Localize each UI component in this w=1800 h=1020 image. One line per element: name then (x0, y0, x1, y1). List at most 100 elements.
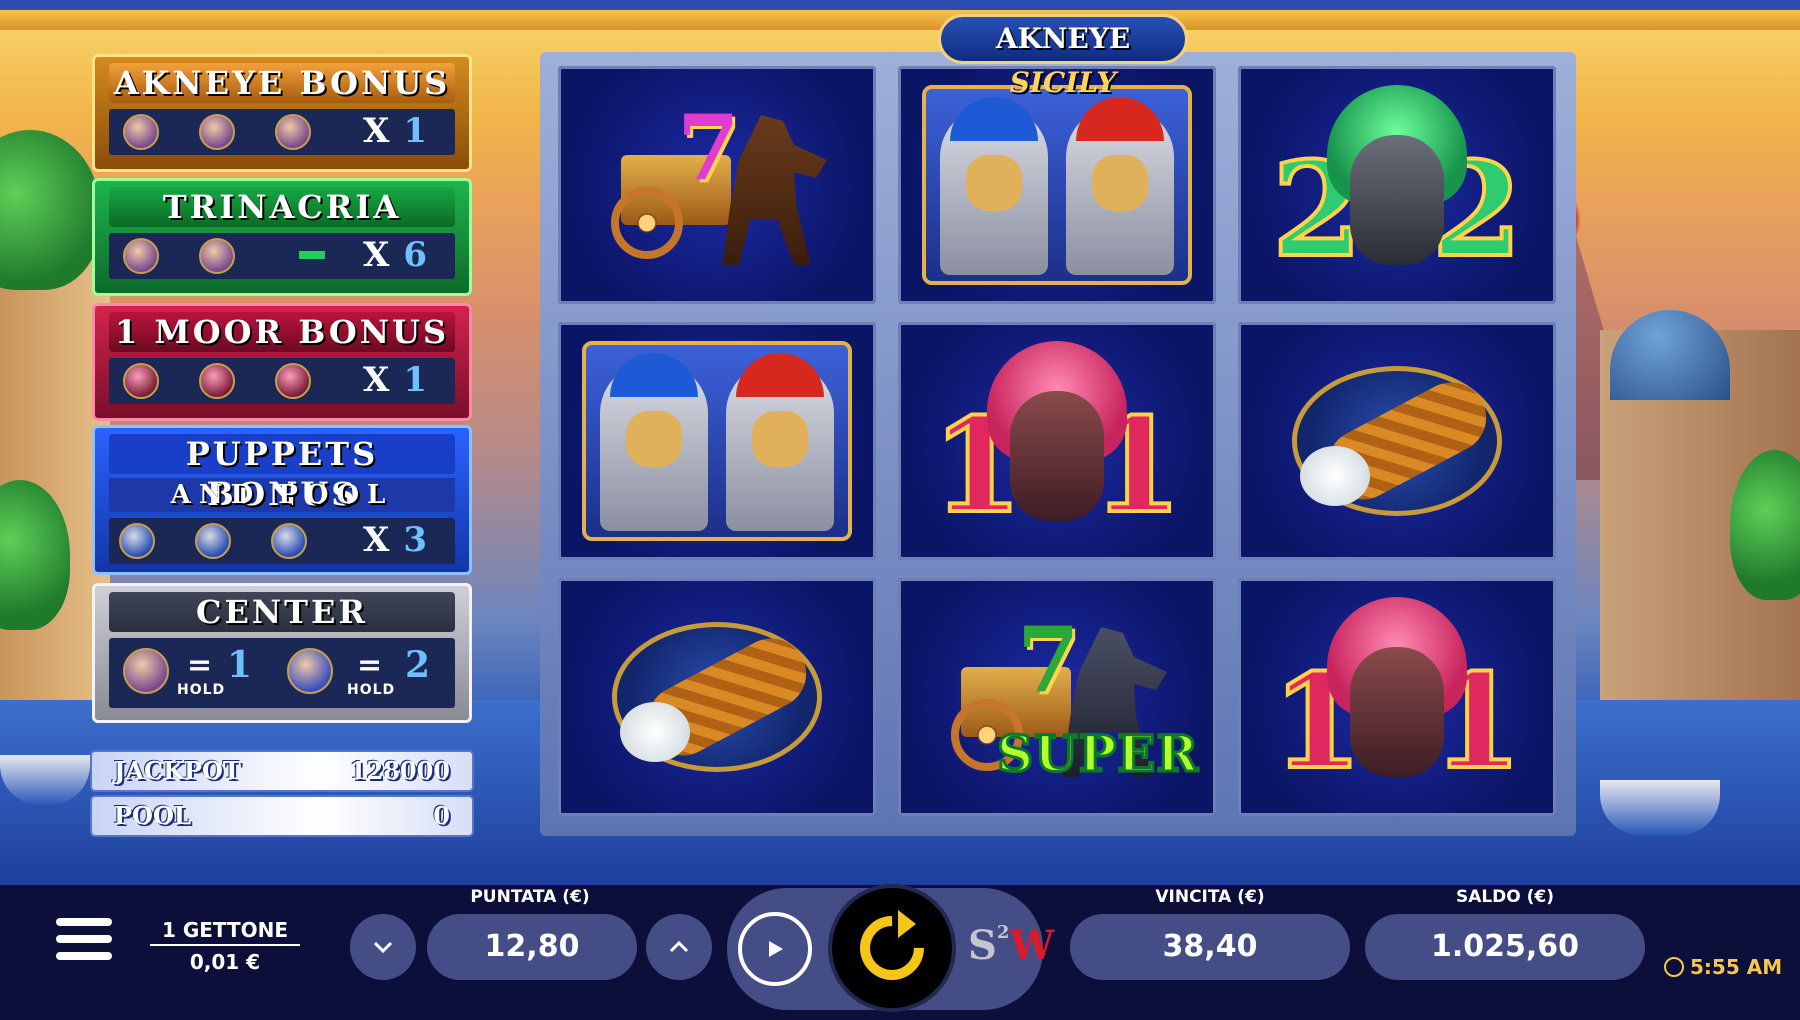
s2w-feature-button[interactable]: S2W (968, 922, 1054, 969)
coin-value-selector[interactable]: 1 GETTONE 0,01 € (150, 918, 300, 974)
jackpot-label: JACKPOT (114, 756, 241, 785)
autoplay-icon (769, 941, 783, 957)
multiplier-value: 6 (403, 235, 441, 275)
multiplier-value: 1 (403, 360, 441, 400)
win-value-display: 38,40 (1070, 914, 1350, 980)
multiplier-value: 1 (403, 111, 441, 151)
pink-moor-1-icon: 1 1 (1270, 597, 1524, 797)
knight-face (752, 411, 808, 467)
multiplier-x: X (362, 520, 404, 560)
scene-frame-top (0, 10, 1800, 30)
balance-value-display: 1.025,60 (1365, 914, 1645, 980)
clock-display: 5:55 AM (1664, 955, 1794, 985)
spin-button[interactable] (832, 888, 952, 1008)
cart-7-icon: 7 (597, 95, 837, 275)
bet-decrease-button[interactable] (350, 914, 416, 980)
empty-slot-dash-icon (299, 251, 325, 259)
clock-time: 5:55 AM (1690, 955, 1783, 979)
reel-cell (558, 322, 876, 560)
pink-moor-mini-icon (199, 363, 235, 399)
s2w-w: W (1009, 922, 1055, 969)
coin-value: 0,01 € (189, 950, 261, 974)
cannolo-cream (620, 702, 690, 762)
reel-cell: 7 (558, 66, 876, 304)
equals-sign: = (187, 648, 213, 683)
reel-cell (558, 578, 876, 816)
game-logo: AKNEYE SICILY (938, 14, 1188, 99)
moor-face (1350, 647, 1444, 777)
palm-tree-left (0, 130, 100, 290)
moor-face (1010, 391, 1104, 521)
bet-increase-button[interactable] (646, 914, 712, 980)
menu-hamburger-icon[interactable] (56, 918, 112, 968)
center-trinacria-title: CENTER TRINACRIA (109, 592, 455, 671)
moor-bonus-panel: 1 MOOR BONUS X1 (92, 303, 472, 421)
puppets-mini-icon (195, 523, 231, 559)
super-cart-icon: 7 SUPER (937, 607, 1199, 787)
spin-arrowhead (898, 910, 916, 938)
knight-face (966, 155, 1022, 211)
top-strip (0, 0, 1800, 10)
akneye-bonus-body: X1 (109, 109, 455, 155)
spin-arrow-icon (846, 902, 938, 994)
green-moor-2-icon: 2 2 (1270, 85, 1524, 285)
pink-moor-mini-icon (275, 363, 311, 399)
balance-label: SALDO (€) (1455, 887, 1555, 907)
chevron-up-icon (669, 940, 689, 953)
hold-label: HOLD (347, 682, 396, 698)
puppets-multiplier: X3 (363, 520, 441, 560)
reel-grid: 7 2 2 1 1 7 SUPER 1 1 (540, 52, 1576, 836)
trinacria-bonus-title: TRINACRIA BONUS (109, 187, 455, 266)
bet-value-display: 12,80 (427, 914, 637, 980)
akneye-bonus-panel: AKNEYE BONUS X1 (92, 54, 472, 172)
boat-right (1600, 780, 1720, 835)
autoplay-button[interactable] (738, 912, 812, 986)
puppets-icon (582, 341, 852, 541)
cannolo-cream (1300, 446, 1370, 506)
pool-meter: POOL 0 (92, 797, 472, 835)
jackpot-meter: JACKPOT 128000 (92, 752, 472, 790)
moor-bonus-title: 1 MOOR BONUS (109, 312, 455, 352)
reel-cell (1238, 322, 1556, 560)
puppets-mini-icon (119, 523, 155, 559)
puppets-bonus-title: PUPPETS BONUS (109, 434, 455, 513)
chevron-down-icon (373, 941, 393, 954)
akneye-lady-icon (123, 238, 159, 274)
s2w-s: S (968, 922, 997, 969)
jackpot-value: 128000 (349, 756, 450, 785)
multiplier-x: X (362, 235, 404, 275)
logo-sicily: SICILY (1009, 66, 1117, 99)
akneye-lady-icon (123, 114, 159, 150)
puppets-bonus-panel: PUPPETS BONUS AND POOL TAKE X3 (92, 425, 472, 575)
coin-label: 1 GETTONE (150, 918, 300, 946)
pool-label: POOL (114, 801, 191, 830)
akneye-multiplier: X1 (363, 111, 441, 151)
moor-multiplier: X1 (363, 360, 441, 400)
trinacria-bonus-body: X6 (109, 233, 455, 279)
multiplier-x: X (362, 360, 404, 400)
akneye-lady-icon (123, 648, 169, 694)
akneye-lady-icon (199, 238, 235, 274)
akneye-bonus-title: AKNEYE BONUS (109, 63, 455, 103)
cart-wheel (611, 187, 683, 259)
moor-bonus-body: X1 (109, 358, 455, 404)
puppets-mini-icon (271, 523, 307, 559)
trinacria-multiplier: X6 (363, 235, 441, 275)
trinacria-bonus-panel: TRINACRIA BONUS X6 (92, 178, 472, 296)
multiplier-value: 3 (403, 520, 441, 560)
puppets-icon (922, 85, 1192, 285)
akneye-lady-icon (199, 114, 235, 150)
s2w-sup: 2 (996, 922, 1010, 943)
knight-face (1092, 155, 1148, 211)
center-trinacria-body: = 1 HOLD = 2 HOLD (109, 638, 455, 708)
clock-icon (1664, 957, 1684, 977)
win-label: VINCITA (€) (1155, 887, 1265, 907)
pool-value: 0 (433, 801, 450, 830)
super-lady-icon (287, 648, 333, 694)
super-label: SUPER (996, 723, 1200, 785)
cannolo-icon (1282, 356, 1512, 526)
knight-face (626, 411, 682, 467)
puppets-bonus-subtitle: AND POOL TAKE (109, 478, 455, 544)
church-dome (1610, 310, 1730, 400)
center-value-1: 1 (227, 644, 253, 686)
